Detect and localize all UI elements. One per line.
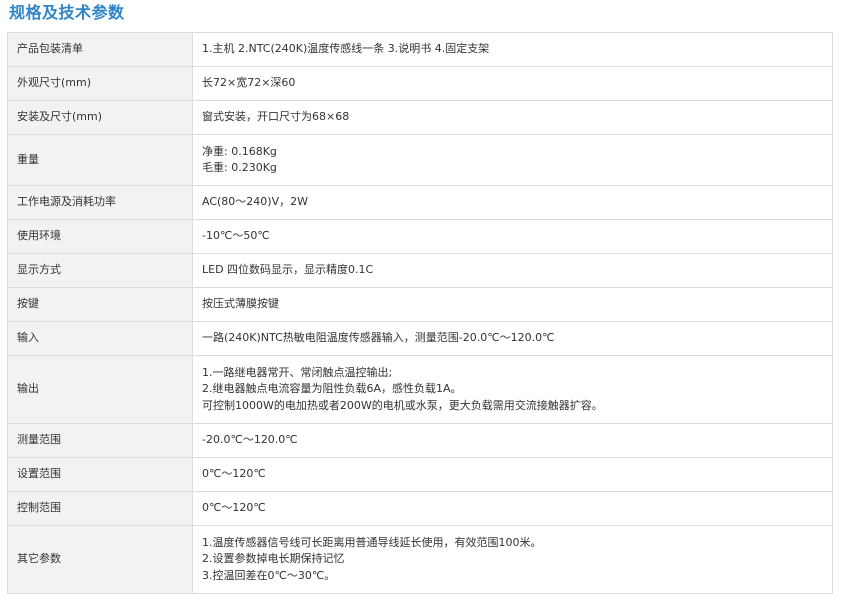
spec-table-body: 产品包装清单 1.主机 2.NTC(240K)温度传感线一条 3.说明书 4.固定…	[7, 32, 833, 594]
spec-value-line: LED 四位数码显示，显示精度0.1C	[202, 263, 374, 277]
spec-value: LED 四位数码显示，显示精度0.1C	[192, 253, 833, 288]
spec-value: 0℃～120℃	[192, 457, 833, 492]
spec-row: 产品包装清单 1.主机 2.NTC(240K)温度传感线一条 3.说明书 4.固定…	[7, 32, 833, 67]
spec-label: 外观尺寸(mm)	[7, 66, 193, 101]
spec-value-line: 0℃～120℃	[202, 467, 266, 481]
spec-value: 1.温度传感器信号线可长距离用普通导线延长使用，有效范围100米。 2.设置参数掉…	[192, 525, 833, 594]
spec-value: 0℃～120℃	[192, 491, 833, 526]
spec-label: 测量范围	[7, 423, 193, 458]
spec-row: 输入 一路(240K)NTC热敏电阻温度传感器输入，测量范围-20.0℃～120.…	[7, 321, 833, 356]
spec-row: 使用环境 -10℃～50℃	[7, 219, 833, 254]
spec-value: 1.一路继电器常开、常闭触点温控输出; 2.继电器触点电流容量为阻性负载6A，感性…	[192, 355, 833, 424]
spec-value-line: 长72×宽72×深60	[202, 76, 296, 90]
spec-row: 测量范围 -20.0℃～120.0℃	[7, 423, 833, 458]
spec-value-line: 一路(240K)NTC热敏电阻温度传感器输入，测量范围-20.0℃～120.0℃	[202, 331, 555, 345]
spec-value-line: 毛重: 0.230Kg	[202, 161, 277, 174]
spec-value-line: 窗式安装，开口尺寸为68×68	[202, 110, 350, 124]
spec-label: 其它参数	[7, 525, 193, 594]
spec-label: 按键	[7, 287, 193, 322]
spec-value: 1.主机 2.NTC(240K)温度传感线一条 3.说明书 4.固定支架	[192, 32, 833, 67]
spec-value-line: 净重: 0.168Kg	[202, 144, 277, 158]
spec-value: -20.0℃～120.0℃	[192, 423, 833, 458]
spec-value-line: 1.温度传感器信号线可长距离用普通导线延长使用，有效范围100米。	[202, 535, 542, 549]
spec-value-line: AC(80～240)V，2W	[202, 195, 308, 209]
spec-value-line: 0℃～120℃	[202, 501, 266, 515]
spec-label: 控制范围	[7, 491, 193, 526]
spec-value-line: 按压式薄膜按键	[202, 297, 279, 311]
spec-value-line: 1.主机 2.NTC(240K)温度传感线一条 3.说明书 4.固定支架	[202, 42, 490, 56]
spec-value: -10℃～50℃	[192, 219, 833, 254]
spec-row: 其它参数 1.温度传感器信号线可长距离用普通导线延长使用，有效范围100米。 2.设…	[7, 525, 833, 594]
spec-row: 工作电源及消耗功率 AC(80～240)V，2W	[7, 185, 833, 220]
spec-label: 使用环境	[7, 219, 193, 254]
spec-row: 按键 按压式薄膜按键	[7, 287, 833, 322]
spec-label: 输出	[7, 355, 193, 424]
spec-value: 按压式薄膜按键	[192, 287, 833, 322]
spec-value-line: 2.继电器触点电流容量为阻性负载6A，感性负载1A。	[202, 382, 462, 396]
spec-label: 输入	[7, 321, 193, 356]
spec-row: 设置范围 0℃～120℃	[7, 457, 833, 492]
spec-label: 工作电源及消耗功率	[7, 185, 193, 220]
page-title: 规格及技术参数	[9, 3, 125, 22]
spec-value-line: 可控制1000W的电加热或者200W的电机或水泵，更大负载需用交流接触器扩容。	[202, 398, 603, 412]
spec-value: 长72×宽72×深60	[192, 66, 833, 101]
spec-label: 设置范围	[7, 457, 193, 492]
spec-row: 显示方式 LED 四位数码显示，显示精度0.1C	[7, 253, 833, 288]
spec-table: 产品包装清单 1.主机 2.NTC(240K)温度传感线一条 3.说明书 4.固定…	[7, 32, 833, 594]
spec-label: 产品包装清单	[7, 32, 193, 67]
spec-value-line: 2.设置参数掉电长期保持记忆	[202, 552, 345, 566]
spec-label: 显示方式	[7, 253, 193, 288]
spec-value-line: -20.0℃～120.0℃	[202, 433, 298, 447]
spec-label: 安装及尺寸(mm)	[7, 100, 193, 135]
spec-value-line: 1.一路继电器常开、常闭触点温控输出;	[202, 365, 393, 379]
spec-row: 安装及尺寸(mm) 窗式安装，开口尺寸为68×68	[7, 100, 833, 135]
spec-value: 一路(240K)NTC热敏电阻温度传感器输入，测量范围-20.0℃～120.0℃	[192, 321, 833, 356]
spec-value: 窗式安装，开口尺寸为68×68	[192, 100, 833, 135]
spec-value-line: 3.控温回差在0℃～30℃。	[202, 568, 336, 582]
spec-value: AC(80～240)V，2W	[192, 185, 833, 220]
spec-row: 重量 净重: 0.168Kg 毛重: 0.230Kg	[7, 134, 833, 186]
spec-value: 净重: 0.168Kg 毛重: 0.230Kg	[192, 134, 833, 186]
spec-value-line: -10℃～50℃	[202, 229, 270, 243]
spec-row: 外观尺寸(mm) 长72×宽72×深60	[7, 66, 833, 101]
spec-label: 重量	[7, 134, 193, 186]
spec-row: 输出 1.一路继电器常开、常闭触点温控输出; 2.继电器触点电流容量为阻性负载6A，…	[7, 355, 833, 424]
spec-row: 控制范围 0℃～120℃	[7, 491, 833, 526]
